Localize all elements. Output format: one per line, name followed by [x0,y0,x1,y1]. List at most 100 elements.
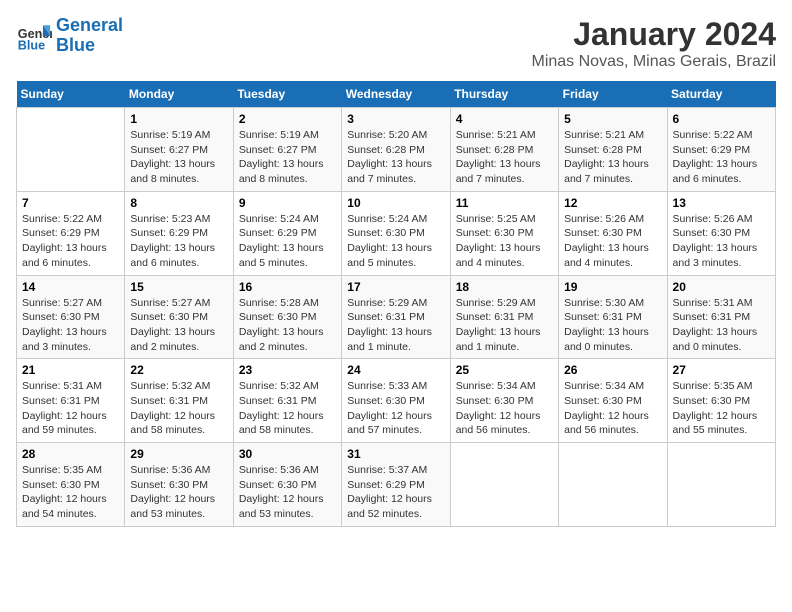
svg-text:Blue: Blue [18,38,45,52]
day-info: Sunrise: 5:36 AM Sunset: 6:30 PM Dayligh… [130,463,227,522]
day-info: Sunrise: 5:31 AM Sunset: 6:31 PM Dayligh… [22,379,119,438]
day-number: 4 [456,112,553,126]
day-number: 25 [456,363,553,377]
calendar-day: 16 Sunrise: 5:28 AM Sunset: 6:30 PM Dayli… [233,275,341,359]
calendar-day: 25 Sunrise: 5:34 AM Sunset: 6:30 PM Dayli… [450,359,558,443]
calendar-day: 8Sunrise: 5:23 AM Sunset: 6:29 PM Daylig… [125,191,233,275]
calendar-day: 5 Sunrise: 5:21 AM Sunset: 6:28 PM Daylig… [559,108,667,192]
logo-icon: General Blue [16,18,52,54]
calendar-day [667,443,775,527]
day-number: 27 [673,363,770,377]
logo-text: General Blue [56,16,123,56]
day-info: Sunrise: 5:20 AM Sunset: 6:28 PM Dayligh… [347,128,444,187]
day-number: 9 [239,196,336,210]
calendar-day: 22 Sunrise: 5:32 AM Sunset: 6:31 PM Dayli… [125,359,233,443]
day-info: Sunrise: 5:27 AM Sunset: 6:30 PM Dayligh… [130,296,227,355]
calendar-day [559,443,667,527]
calendar-day: 29Sunrise: 5:36 AM Sunset: 6:30 PM Dayli… [125,443,233,527]
calendar-header: SundayMondayTuesdayWednesdayThursdayFrid… [17,81,776,108]
day-info: Sunrise: 5:26 AM Sunset: 6:30 PM Dayligh… [673,212,770,271]
page-subtitle: Minas Novas, Minas Gerais, Brazil [531,53,776,71]
calendar-day: 7Sunrise: 5:22 AM Sunset: 6:29 PM Daylig… [17,191,125,275]
day-number: 31 [347,447,444,461]
day-number: 5 [564,112,661,126]
day-number: 20 [673,280,770,294]
calendar-day: 9 Sunrise: 5:24 AM Sunset: 6:29 PM Daylig… [233,191,341,275]
weekday-header-friday: Friday [559,81,667,108]
weekday-header-monday: Monday [125,81,233,108]
day-info: Sunrise: 5:24 AM Sunset: 6:30 PM Dayligh… [347,212,444,271]
day-info: Sunrise: 5:34 AM Sunset: 6:30 PM Dayligh… [456,379,553,438]
title-block: January 2024 Minas Novas, Minas Gerais, … [531,16,776,71]
day-number: 17 [347,280,444,294]
calendar-day: 21 Sunrise: 5:31 AM Sunset: 6:31 PM Dayli… [17,359,125,443]
day-number: 18 [456,280,553,294]
day-info: Sunrise: 5:24 AM Sunset: 6:29 PM Dayligh… [239,212,336,271]
day-number: 12 [564,196,661,210]
calendar-day: 27 Sunrise: 5:35 AM Sunset: 6:30 PM Dayli… [667,359,775,443]
calendar-day: 1Sunrise: 5:19 AM Sunset: 6:27 PM Daylig… [125,108,233,192]
day-info: Sunrise: 5:34 AM Sunset: 6:30 PM Dayligh… [564,379,661,438]
calendar-day: 4Sunrise: 5:21 AM Sunset: 6:28 PM Daylig… [450,108,558,192]
day-info: Sunrise: 5:37 AM Sunset: 6:29 PM Dayligh… [347,463,444,522]
day-info: Sunrise: 5:25 AM Sunset: 6:30 PM Dayligh… [456,212,553,271]
calendar-day: 11 Sunrise: 5:25 AM Sunset: 6:30 PM Dayli… [450,191,558,275]
calendar-week-5: 28 Sunrise: 5:35 AM Sunset: 6:30 PM Dayli… [17,443,776,527]
calendar-week-1: 1 Sunrise: 5:19 AM Sunset: 6:27 PM Daylig… [17,108,776,192]
day-info: Sunrise: 5:19 AM Sunset: 6:27 PM Dayligh… [239,128,336,187]
day-number: 23 [239,363,336,377]
calendar-day: 26Sunrise: 5:34 AM Sunset: 6:30 PM Dayli… [559,359,667,443]
page-header: General Blue General Blue January 2024 M… [16,16,776,71]
day-number: 10 [347,196,444,210]
calendar-body: 1 Sunrise: 5:19 AM Sunset: 6:27 PM Daylig… [17,108,776,527]
calendar-day [17,108,125,192]
day-info: Sunrise: 5:29 AM Sunset: 6:31 PM Dayligh… [347,296,444,355]
day-info: Sunrise: 5:21 AM Sunset: 6:28 PM Dayligh… [564,128,661,187]
day-number: 3 [347,112,444,126]
day-number: 11 [456,196,553,210]
day-number: 24 [347,363,444,377]
day-number: 22 [130,363,227,377]
calendar-day: 13Sunrise: 5:26 AM Sunset: 6:30 PM Dayli… [667,191,775,275]
calendar-week-2: 7Sunrise: 5:22 AM Sunset: 6:29 PM Daylig… [17,191,776,275]
day-info: Sunrise: 5:26 AM Sunset: 6:30 PM Dayligh… [564,212,661,271]
day-info: Sunrise: 5:33 AM Sunset: 6:30 PM Dayligh… [347,379,444,438]
day-number: 21 [22,363,119,377]
calendar-table: SundayMondayTuesdayWednesdayThursdayFrid… [16,81,776,527]
weekday-header-tuesday: Tuesday [233,81,341,108]
calendar-day: 12 Sunrise: 5:26 AM Sunset: 6:30 PM Dayli… [559,191,667,275]
weekday-header-sunday: Sunday [17,81,125,108]
day-number: 19 [564,280,661,294]
calendar-day: 2 Sunrise: 5:19 AM Sunset: 6:27 PM Daylig… [233,108,341,192]
day-info: Sunrise: 5:31 AM Sunset: 6:31 PM Dayligh… [673,296,770,355]
calendar-day: 31 Sunrise: 5:37 AM Sunset: 6:29 PM Dayli… [342,443,450,527]
calendar-day: 30Sunrise: 5:36 AM Sunset: 6:30 PM Dayli… [233,443,341,527]
calendar-day: 18 Sunrise: 5:29 AM Sunset: 6:31 PM Dayli… [450,275,558,359]
day-info: Sunrise: 5:32 AM Sunset: 6:31 PM Dayligh… [239,379,336,438]
logo: General Blue General Blue [16,16,123,56]
day-info: Sunrise: 5:32 AM Sunset: 6:31 PM Dayligh… [130,379,227,438]
calendar-day: 3 Sunrise: 5:20 AM Sunset: 6:28 PM Daylig… [342,108,450,192]
calendar-day: 20 Sunrise: 5:31 AM Sunset: 6:31 PM Dayli… [667,275,775,359]
day-number: 16 [239,280,336,294]
calendar-day: 19 Sunrise: 5:30 AM Sunset: 6:31 PM Dayli… [559,275,667,359]
day-info: Sunrise: 5:29 AM Sunset: 6:31 PM Dayligh… [456,296,553,355]
calendar-day: 28 Sunrise: 5:35 AM Sunset: 6:30 PM Dayli… [17,443,125,527]
day-number: 28 [22,447,119,461]
calendar-day: 23 Sunrise: 5:32 AM Sunset: 6:31 PM Dayli… [233,359,341,443]
day-info: Sunrise: 5:35 AM Sunset: 6:30 PM Dayligh… [22,463,119,522]
day-number: 7 [22,196,119,210]
day-number: 15 [130,280,227,294]
day-info: Sunrise: 5:28 AM Sunset: 6:30 PM Dayligh… [239,296,336,355]
day-info: Sunrise: 5:36 AM Sunset: 6:30 PM Dayligh… [239,463,336,522]
day-info: Sunrise: 5:30 AM Sunset: 6:31 PM Dayligh… [564,296,661,355]
day-number: 2 [239,112,336,126]
day-number: 1 [130,112,227,126]
day-info: Sunrise: 5:35 AM Sunset: 6:30 PM Dayligh… [673,379,770,438]
day-number: 8 [130,196,227,210]
calendar-day: 14Sunrise: 5:27 AM Sunset: 6:30 PM Dayli… [17,275,125,359]
day-info: Sunrise: 5:22 AM Sunset: 6:29 PM Dayligh… [673,128,770,187]
calendar-day: 6 Sunrise: 5:22 AM Sunset: 6:29 PM Daylig… [667,108,775,192]
day-number: 14 [22,280,119,294]
day-number: 6 [673,112,770,126]
